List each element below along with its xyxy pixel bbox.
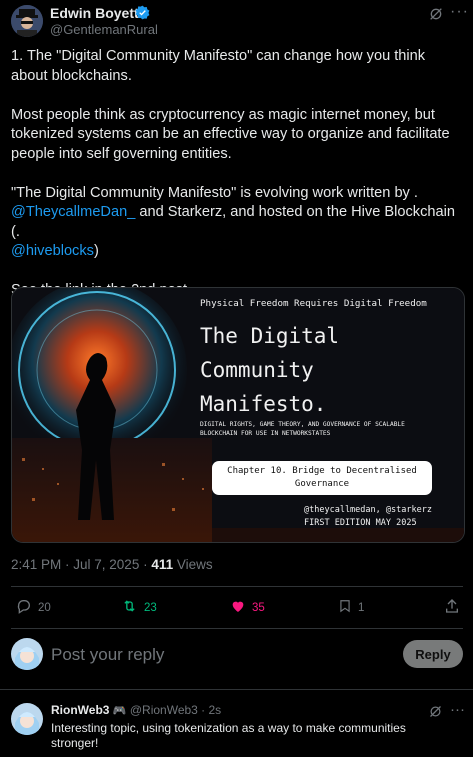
reply-count: 20 [38, 601, 51, 614]
reply-author-name[interactable]: RionWeb3 [51, 703, 109, 717]
repost-count: 23 [144, 601, 157, 614]
tweet-paragraph-2: Most people think as cryptocurrency as m… [11, 106, 450, 162]
repost-icon [121, 598, 138, 617]
author-avatar[interactable] [11, 5, 43, 37]
more-options-icon[interactable]: ··· [450, 3, 469, 21]
tweet-text-segment: ) [93, 243, 99, 259]
repost-action[interactable]: 23 [121, 598, 157, 617]
reply-input[interactable]: Post your reply [51, 645, 381, 665]
like-action[interactable]: 35 [230, 598, 265, 617]
media-title-line-1: The Digital [200, 324, 340, 348]
bookmark-icon [338, 598, 352, 617]
bookmark-action[interactable]: 1 [338, 598, 364, 617]
author-name[interactable]: Edwin Boyette [50, 5, 146, 21]
media-authors: @theycallmedan, @starkerz [304, 505, 432, 515]
media-subtitle-line-1: DIGITAL RIGHTS, GAME THEORY, AND GOVERNA… [200, 421, 405, 428]
reply-text: Interesting topic, using tokenization as… [51, 721, 406, 750]
chapter-line-2: Governance [294, 479, 350, 489]
tweet-meta: 2:41 PM · Jul 7, 2025 · 411 Views [11, 557, 213, 572]
media-title-line-2: Community [200, 358, 314, 382]
author-handle[interactable]: @GentlemanRural [50, 22, 158, 37]
heart-icon [230, 598, 246, 617]
chapter-box: Chapter 10. Bridge to Decentralised Gove… [212, 461, 432, 495]
reply-author-badge-icon: 🎮 [112, 705, 127, 717]
mention-hiveblocks[interactable]: @hiveblocks [11, 243, 94, 259]
grok-icon[interactable] [428, 6, 444, 27]
divider [0, 689, 473, 690]
tweet-paragraph-1: 1. The "Digital Community Manifesto" can… [11, 48, 426, 84]
views-label: Views [173, 557, 213, 572]
bookmark-count: 1 [358, 601, 365, 614]
reply-action[interactable]: 20 [16, 598, 51, 617]
more-options-icon[interactable]: ··· [450, 701, 465, 718]
share-icon[interactable] [444, 598, 460, 619]
tweet-paragraph-3: "The Digital Community Manifesto" is evo… [11, 184, 463, 262]
chapter-line-1: Chapter 10. Bridge to Decentralised [227, 466, 417, 476]
reply-author-handle[interactable]: @RionWeb3 · 2s [130, 703, 221, 717]
tweet-text-segment: "The Digital Community Manifesto" is evo… [11, 184, 418, 201]
media-tagline: Physical Freedom Requires Digital Freedo… [200, 298, 427, 309]
reply-header: RionWeb3 🎮 @RionWeb3 · 2s [51, 703, 221, 717]
reply-icon [16, 598, 32, 617]
tweet-text: 1. The "Digital Community Manifesto" can… [11, 47, 463, 301]
media-edition: FIRST EDITION MAY 2025 [304, 518, 417, 528]
reply-button[interactable]: Reply [403, 640, 463, 668]
tweet-timestamp[interactable]: 2:41 PM · Jul 7, 2025 · [11, 557, 151, 572]
tweet-media-image[interactable]: Physical Freedom Requires Digital Freedo… [11, 287, 465, 543]
user-avatar[interactable] [11, 638, 43, 670]
media-subtitle-line-2: BLOCKCHAIN FOR USE IN NETWORKSTATES [200, 430, 331, 437]
divider [11, 586, 463, 587]
divider [11, 628, 463, 629]
views-count: 411 [151, 557, 174, 572]
mention-theycallmedan[interactable]: @TheycallmeDan_ [11, 204, 135, 220]
reply-author-avatar[interactable] [11, 703, 43, 735]
media-title-line-3: Manifesto. [200, 392, 327, 416]
like-count: 35 [252, 601, 265, 614]
